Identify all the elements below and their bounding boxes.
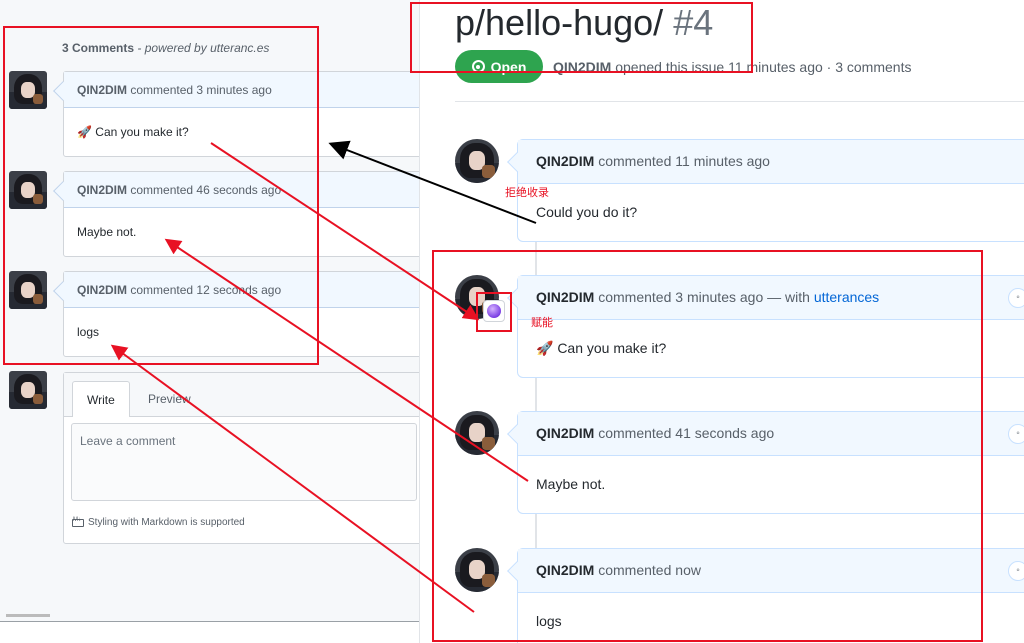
comment-body: logs <box>536 613 562 629</box>
issue-title: p/hello-hugo/ #4 <box>455 2 713 44</box>
avatar[interactable] <box>455 139 499 183</box>
comment-card: QIN2DIM commented 12 seconds ago logs <box>53 271 419 357</box>
comment-options-icon[interactable]: ◦ <box>1008 288 1024 308</box>
comment-body: 🚀 Can you make it? <box>77 125 189 139</box>
comment-options-icon[interactable]: ◦ <box>1008 561 1024 581</box>
avatar[interactable] <box>9 171 47 209</box>
markdown-note[interactable]: Styling with Markdown is supported <box>72 517 245 528</box>
comment-time[interactable]: 11 minutes ago <box>675 153 770 169</box>
comment-time[interactable]: 3 minutes ago <box>196 83 271 97</box>
annotation-rejected: 拒绝收录 <box>505 186 549 199</box>
comment-body: Could you do it? <box>536 204 638 220</box>
powered-by-text: - powered by utteranc.es <box>134 41 270 55</box>
utterances-bot-icon <box>487 304 501 318</box>
comment-author[interactable]: QIN2DIM <box>536 562 594 578</box>
comment-header: QIN2DIM commented 3 minutes ago — with u… <box>518 276 1024 320</box>
comment-header: QIN2DIM commented now <box>518 549 1024 593</box>
issue-number: #4 <box>673 2 714 43</box>
avatar[interactable] <box>455 548 499 592</box>
comment-card: QIN2DIM commented 11 minutes ago Could y… <box>507 139 1024 242</box>
comment-author[interactable]: QIN2DIM <box>536 425 594 441</box>
issue-meta-text: opened this issue 11 minutes ago · 3 com… <box>611 59 912 75</box>
scrollbar[interactable] <box>6 614 50 617</box>
comment-card: QIN2DIM commented 3 minutes ago — with u… <box>507 275 1024 378</box>
issue-open-icon <box>471 60 485 73</box>
markdown-icon <box>72 517 84 527</box>
utterances-link[interactable]: utterances <box>814 289 879 305</box>
comment-body: Maybe not. <box>536 476 606 492</box>
comment-time[interactable]: 3 minutes ago <box>675 289 763 305</box>
avatar[interactable] <box>9 71 47 109</box>
comment-author[interactable]: QIN2DIM <box>77 183 127 197</box>
avatar[interactable] <box>9 271 47 309</box>
tab-write[interactable]: Write <box>72 381 130 417</box>
annotation-empowered: 赋能 <box>531 316 553 329</box>
issue-meta: QIN2DIM opened this issue 11 minutes ago… <box>553 59 911 75</box>
issue-author[interactable]: QIN2DIM <box>553 59 611 75</box>
comment-action: commented <box>594 562 676 578</box>
avatar[interactable] <box>9 371 47 409</box>
comment-time[interactable]: 46 seconds ago <box>196 183 281 197</box>
comment-author[interactable]: QIN2DIM <box>77 83 127 97</box>
divider <box>455 101 1024 102</box>
github-issue-page: p/hello-hugo/ #4 Open QIN2DIM opened thi… <box>419 0 1024 643</box>
comment-body: logs <box>77 325 100 339</box>
comment-action: commented <box>127 283 197 297</box>
comment-count: 3 Comments - powered by utteranc.es <box>62 41 269 55</box>
markdown-note-text: Styling with Markdown is supported <box>88 517 245 528</box>
comment-author[interactable]: QIN2DIM <box>536 289 594 305</box>
comment-body: 🚀 Can you make it? <box>536 340 667 356</box>
status-label: Open <box>490 58 527 75</box>
tab-preview[interactable]: Preview <box>134 381 205 417</box>
comment-author[interactable]: QIN2DIM <box>77 283 127 297</box>
editor-tabs: Write Preview <box>64 373 419 417</box>
comment-action: commented <box>594 289 676 305</box>
comment-body: Maybe not. <box>77 225 137 239</box>
issue-title-path: p/hello-hugo/ <box>455 2 664 43</box>
comment-input[interactable] <box>71 423 417 501</box>
comment-header: QIN2DIM commented 46 seconds ago <box>64 172 419 208</box>
comment-header: QIN2DIM commented 3 minutes ago <box>64 72 419 108</box>
comment-action: commented <box>127 183 197 197</box>
comment-card: QIN2DIM commented 3 minutes ago 🚀 Can yo… <box>53 71 419 157</box>
comment-author[interactable]: QIN2DIM <box>536 153 594 169</box>
with-prefix: — with <box>763 289 814 305</box>
comment-editor: Write Preview Styling with Markdown is s… <box>63 372 419 544</box>
comment-action: commented <box>127 83 197 97</box>
comment-header: QIN2DIM commented 12 seconds ago <box>64 272 419 308</box>
comment-count-label: 3 Comments <box>62 41 135 55</box>
utterances-widget: 3 Comments - powered by utteranc.es QIN2… <box>0 0 419 622</box>
comment-card: QIN2DIM commented now ◦ logs <box>507 548 1024 643</box>
avatar[interactable] <box>455 411 499 455</box>
comment-action: commented <box>594 153 676 169</box>
comment-time[interactable]: now <box>675 562 701 578</box>
comment-time[interactable]: 12 seconds ago <box>196 283 281 297</box>
comment-card: QIN2DIM commented 41 seconds ago ◦ Maybe… <box>507 411 1024 514</box>
comment-header: QIN2DIM commented 41 seconds ago <box>518 412 1024 456</box>
comment-action: commented <box>594 425 676 441</box>
comment-header: QIN2DIM commented 11 minutes ago <box>518 140 1024 184</box>
comment-options-icon[interactable]: ◦ <box>1008 424 1024 444</box>
status-badge: Open <box>455 50 543 83</box>
utterances-bot-badge[interactable] <box>483 300 505 322</box>
comment-time[interactable]: 41 seconds ago <box>675 425 774 441</box>
divider <box>0 621 419 622</box>
comment-card: QIN2DIM commented 46 seconds ago Maybe n… <box>53 171 419 257</box>
